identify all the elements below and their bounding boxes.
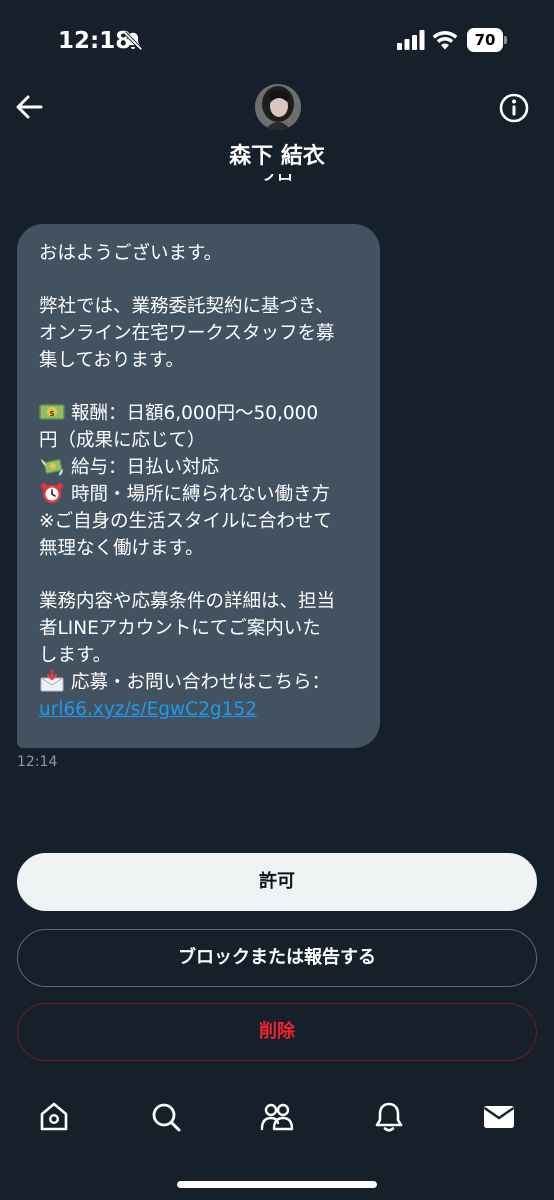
cellular-signal-icon	[397, 30, 425, 50]
wifi-icon	[432, 31, 458, 50]
message-line-reward: $ 報酬：日額6,000円～50,000	[39, 400, 360, 427]
status-bar: 12:18 70	[0, 0, 554, 80]
battery-icon: 70	[467, 28, 507, 52]
notifications-icon[interactable]	[372, 1100, 406, 1134]
message-timestamp: 12:14	[17, 754, 58, 770]
message-text: 給与：日払い対応	[71, 457, 220, 478]
contact-subtitle-text: フロ	[260, 174, 293, 184]
avatar-image	[255, 84, 301, 130]
message-line: オンライン在宅ワークスタッフを募	[39, 323, 335, 344]
money-with-wings-icon	[41, 459, 63, 476]
contact-subtitle: フロ	[0, 174, 554, 186]
message-bubble[interactable]: おはようございます。 弊社では、業務委託契約に基づき、 オンライン在宅ワークスタ…	[17, 224, 380, 748]
message-line: 者LINEアカウントにてご案内いた	[39, 618, 321, 639]
message-line-apply: 応募・お問い合わせはこちら：	[39, 669, 360, 696]
message-text: 応募・お問い合わせはこちら：	[71, 672, 331, 693]
block-or-report-button[interactable]: ブロックまたは報告する	[17, 929, 537, 987]
info-icon[interactable]	[498, 92, 530, 124]
message-line: 無理なく働けます。	[39, 538, 204, 559]
svg-text:$: $	[49, 409, 55, 418]
avatar[interactable]	[255, 84, 301, 130]
contact-name[interactable]: 森下 結衣	[0, 138, 554, 170]
allow-button[interactable]: 許可	[17, 853, 537, 911]
dollar-banknote-icon: $	[39, 404, 65, 420]
message-link[interactable]: url66.xyz/s/EgwC2g152	[39, 699, 257, 720]
message-line: 弊社では、業務委託契約に基づき、	[39, 296, 334, 317]
home-indicator	[177, 1181, 377, 1188]
back-arrow-icon[interactable]	[14, 92, 44, 122]
search-icon[interactable]	[149, 1100, 183, 1134]
messages-icon[interactable]	[482, 1100, 516, 1134]
status-time: 12:18	[58, 28, 132, 54]
message-line-time: 時間・場所に縛られない働き方	[39, 481, 360, 508]
message-line-salary: 給与：日払い対応	[39, 454, 360, 481]
home-icon[interactable]	[37, 1100, 71, 1134]
bell-slash-icon	[123, 31, 143, 51]
message-text: 報酬：日額6,000円～50,000	[71, 403, 319, 424]
battery-level: 70	[467, 28, 503, 52]
dm-request-screen: 12:18 70 森下 結衣 フロ おはようございます。 弊社では、業務委託契約…	[0, 0, 554, 1200]
incoming-envelope-icon	[40, 670, 64, 692]
message-line: します。	[39, 645, 112, 666]
message-text: 時間・場所に縛られない働き方	[71, 484, 331, 505]
message-line: 業務内容や応募条件の詳細は、担当	[39, 591, 336, 612]
communities-icon[interactable]	[260, 1100, 294, 1134]
message-line: おはようございます。	[39, 243, 223, 264]
alarm-clock-icon	[41, 483, 63, 503]
message-line: ※ご自身の生活スタイルに合わせて	[39, 511, 333, 532]
message-line: 集しております。	[39, 350, 185, 371]
message-line: 円（成果に応じて）	[39, 430, 206, 451]
delete-button[interactable]: 削除	[17, 1003, 537, 1061]
battery-cap	[504, 36, 507, 44]
message-line-link: url66.xyz/s/EgwC2g152	[39, 696, 360, 723]
